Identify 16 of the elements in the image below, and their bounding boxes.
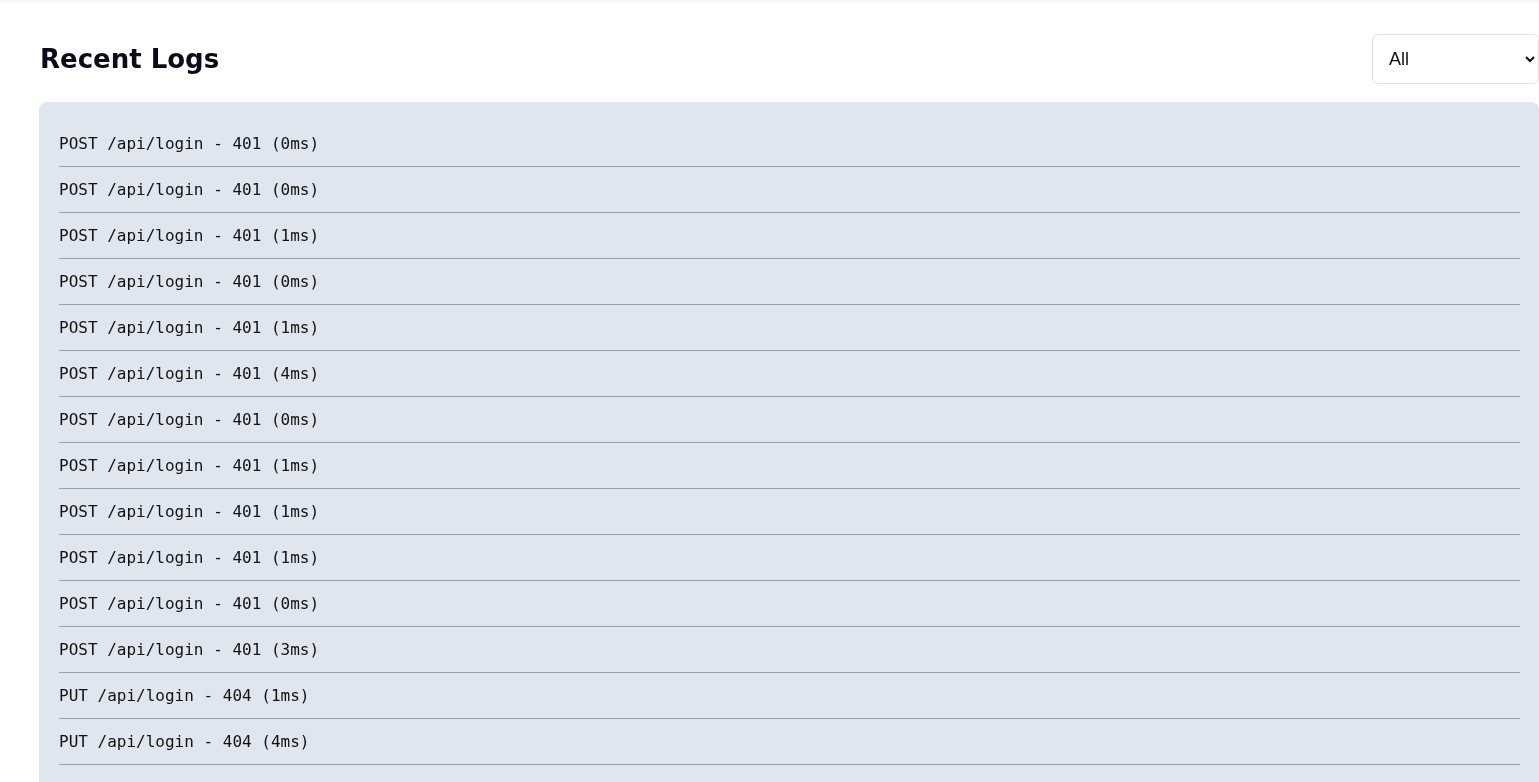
log-entry: POST /api/login - 401 (1ms) bbox=[59, 456, 320, 475]
log-entry: POST /api/login - 401 (1ms) bbox=[59, 548, 320, 567]
log-entry: POST /api/login - 401 (0ms) bbox=[59, 134, 320, 153]
log-entry: POST /api/login - 401 (0ms) bbox=[59, 594, 320, 613]
log-entry: POST /api/login - 401 (0ms) bbox=[59, 180, 320, 199]
log-entry: POST /api/login - 401 (4ms) bbox=[59, 364, 320, 383]
log-entry: PUT /api/login - 404 (4ms) bbox=[59, 732, 310, 751]
log-entry: POST /api/login - 401 (0ms) bbox=[59, 410, 320, 429]
log-entry: POST /api/login - 401 (1ms) bbox=[59, 226, 320, 245]
log-entry: POST /api/login - 401 (0ms) bbox=[59, 272, 320, 291]
log-entry: PUT /api/login - 404 (1ms) bbox=[59, 686, 310, 705]
log-entry: POST /api/login - 401 (1ms) bbox=[59, 318, 320, 337]
log-entry: POST /api/login - 401 (1ms) bbox=[59, 502, 320, 521]
log-entry: POST /api/login - 401 (3ms) bbox=[59, 640, 320, 659]
page-title: Recent Logs bbox=[40, 43, 220, 74]
filter-dropdown[interactable]: All bbox=[1372, 33, 1539, 84]
